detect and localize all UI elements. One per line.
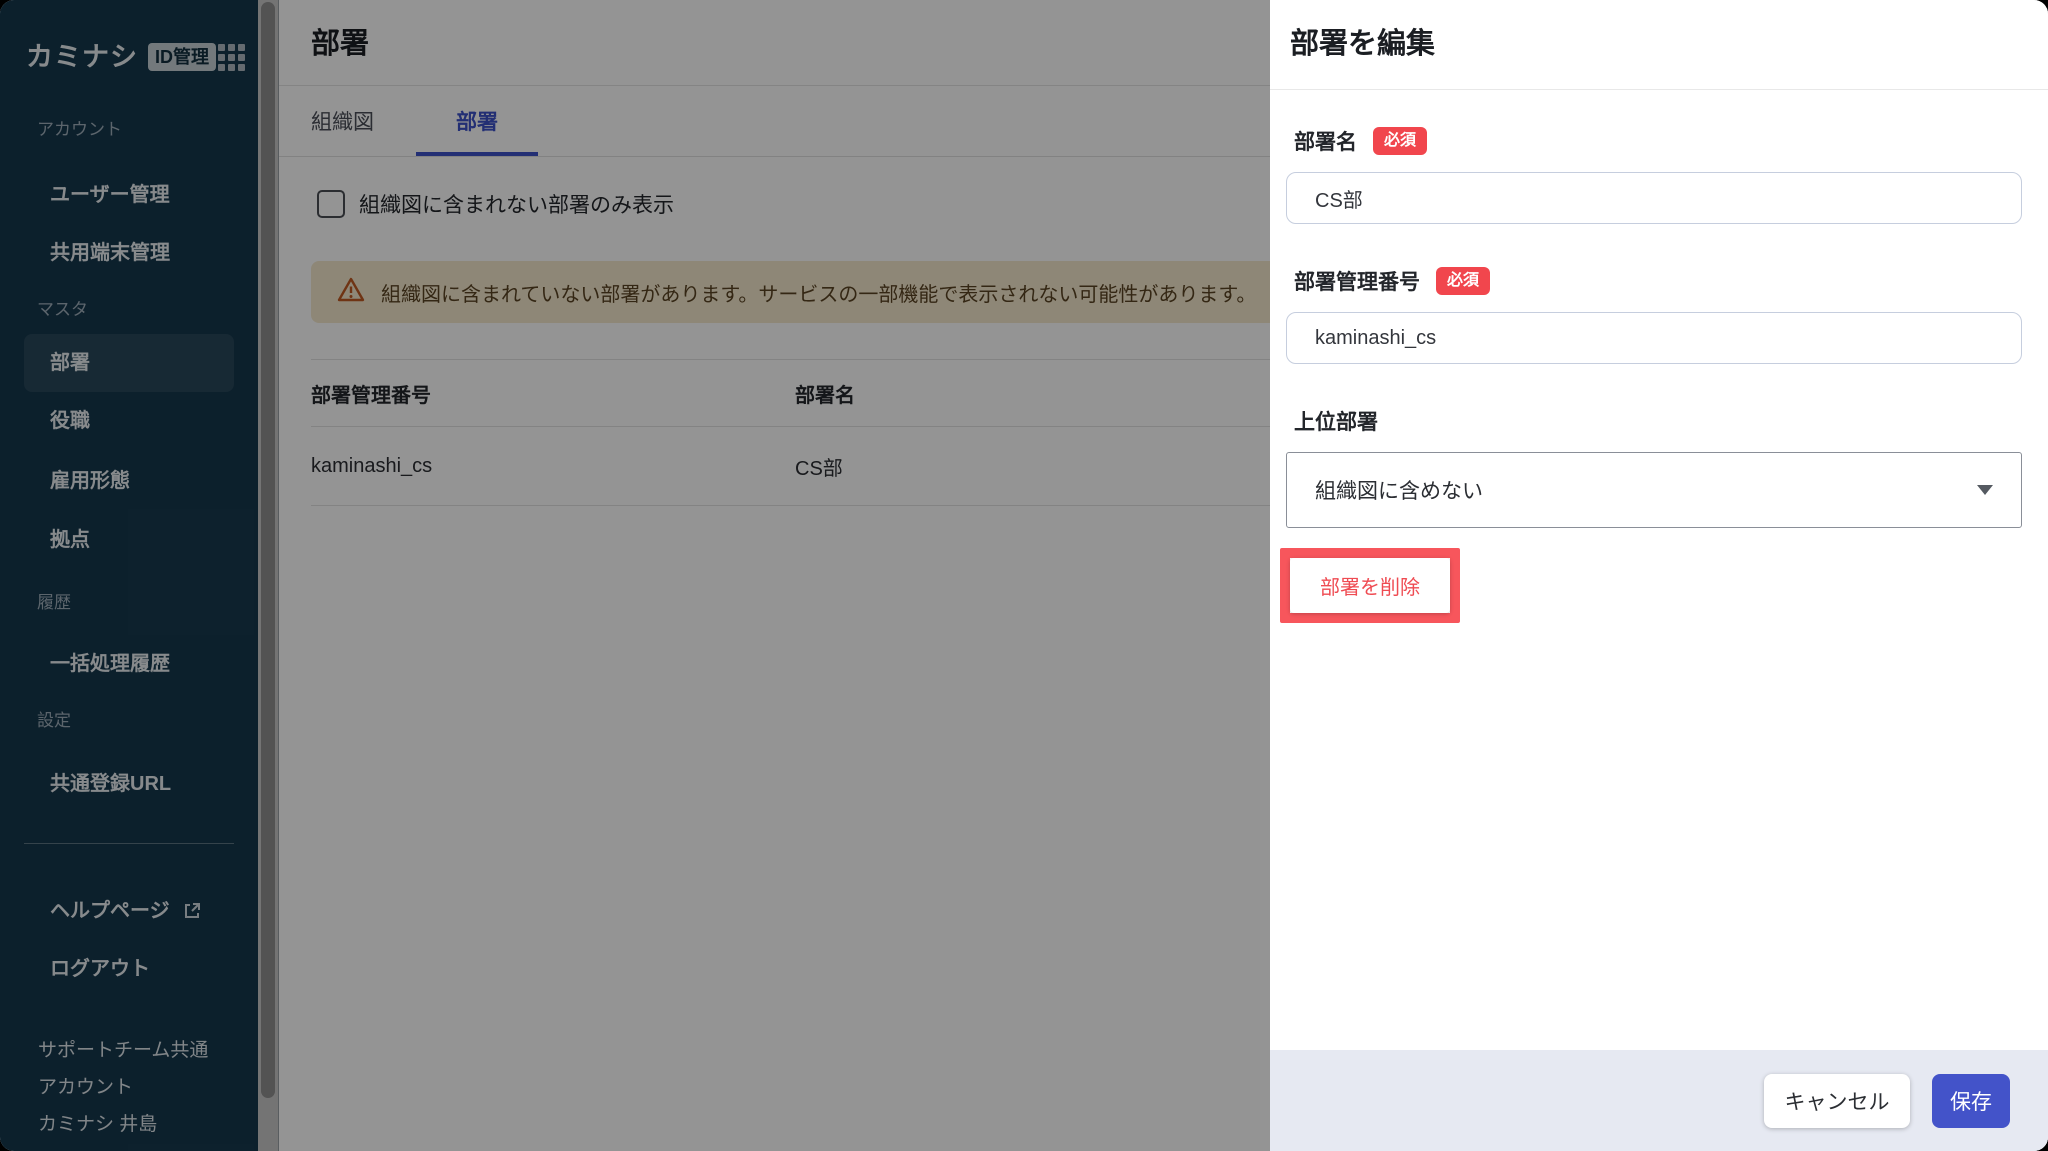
department-name-label: 部署名 [1294,131,1357,154]
department-name-label-row: 部署名 必須 [1294,126,2022,156]
department-code-label-row: 部署管理番号 必須 [1294,266,2022,296]
save-button[interactable]: 保存 [1932,1073,2010,1128]
parent-department-value: 組織図に含めない [1315,480,1483,503]
required-badge: 必須 [1373,127,1428,155]
parent-department-label-row: 上位部署 [1294,406,2022,436]
delete-department-button[interactable]: 部署を削除 [1290,558,1450,613]
drawer-body: 部署名 必須 部署管理番号 必須 上位部署 組織図に含めない 部署を削除 [1270,90,2048,1050]
parent-department-select[interactable]: 組織図に含めない [1286,452,2022,528]
app-window: カミナシ ID管理 アカウント ユーザー管理 共用端末管理 マスタ 部署 役職 … [0,0,2048,1151]
parent-department-label: 上位部署 [1294,411,1378,434]
required-badge: 必須 [1436,267,1491,295]
department-name-input[interactable] [1286,172,2022,224]
drawer-header: 部署を編集 [1270,0,2048,90]
department-code-label: 部署管理番号 [1294,271,1420,294]
delete-highlight-annotation: 部署を削除 [1280,548,1460,623]
edit-department-drawer: 部署を編集 部署名 必須 部署管理番号 必須 上位部署 組織図に含めない 部署を… [1270,0,2048,1151]
chevron-down-icon [1977,485,1993,495]
drawer-footer: キャンセル 保存 [1270,1050,2048,1151]
drawer-title: 部署を編集 [1290,28,1436,60]
cancel-button[interactable]: キャンセル [1764,1073,1910,1128]
department-code-input[interactable] [1286,312,2022,364]
